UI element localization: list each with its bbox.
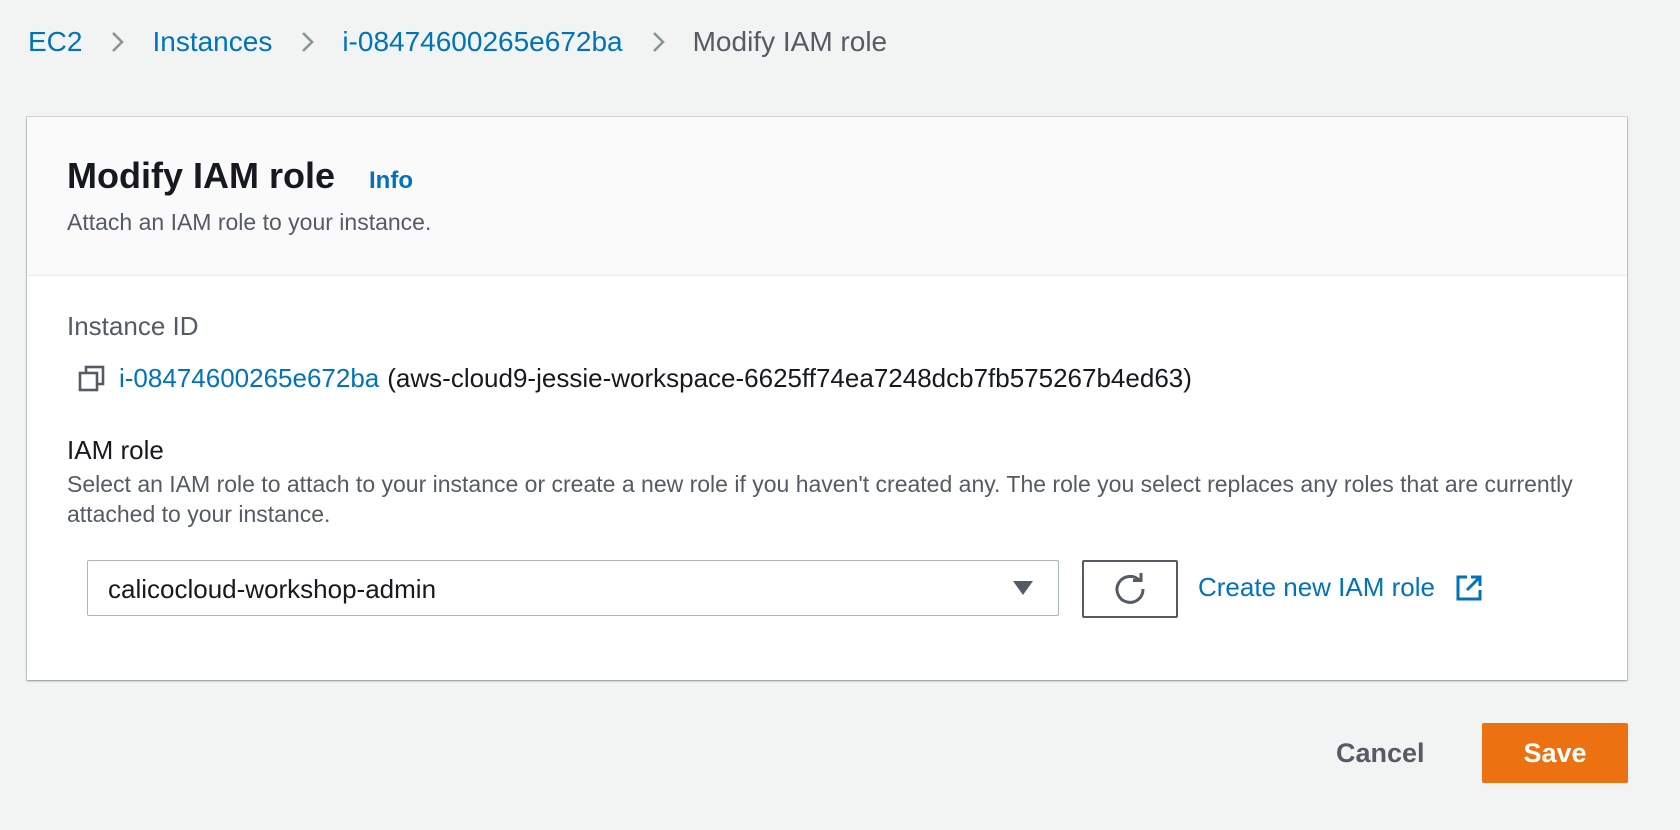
refresh-icon (1115, 573, 1145, 604)
external-link-icon (1455, 574, 1483, 602)
refresh-button[interactable] (1082, 560, 1178, 618)
breadcrumb-instance-id[interactable]: i-08474600265e672ba (342, 26, 622, 58)
breadcrumb-current: Modify IAM role (692, 26, 888, 57)
instance-name: (aws-cloud9-jessie-workspace-6625ff74ea7… (387, 363, 1192, 393)
instance-id-label: Instance ID (67, 311, 199, 341)
chevron-right-icon (643, 27, 673, 57)
cancel-button[interactable]: Cancel (1336, 733, 1425, 773)
info-link[interactable]: Info (369, 167, 413, 195)
copy-icon[interactable] (77, 364, 107, 394)
instance-id-row: i-08474600265e672ba (aws-cloud9-jessie-w… (77, 363, 1192, 394)
iam-role-label: IAM role (67, 435, 164, 465)
instance-id-link[interactable]: i-08474600265e672ba (119, 363, 379, 394)
panel-header: Modify IAM role Info Attach an IAM role … (27, 117, 1627, 276)
iam-role-description: Select an IAM role to attach to your ins… (67, 471, 1573, 527)
save-button[interactable]: Save (1482, 723, 1628, 783)
chevron-right-icon (292, 27, 322, 57)
create-iam-role-label: Create new IAM role (1198, 572, 1435, 602)
chevron-right-icon (102, 27, 132, 57)
create-iam-role-link[interactable]: Create new IAM role (1198, 572, 1483, 603)
modify-iam-role-panel: Modify IAM role Info Attach an IAM role … (27, 117, 1627, 680)
iam-role-selected-value: calicocloud-workshop-admin (108, 574, 437, 604)
breadcrumb-instances[interactable]: Instances (152, 26, 272, 58)
panel-description: Attach an IAM role to your instance. (67, 209, 432, 235)
caret-down-icon (1012, 579, 1034, 597)
breadcrumb: EC2 Instances i-08474600265e672ba Modify… (28, 22, 887, 62)
breadcrumb-ec2[interactable]: EC2 (28, 26, 82, 58)
iam-role-select[interactable]: calicocloud-workshop-admin (87, 560, 1059, 616)
page-title: Modify IAM role (67, 155, 335, 196)
